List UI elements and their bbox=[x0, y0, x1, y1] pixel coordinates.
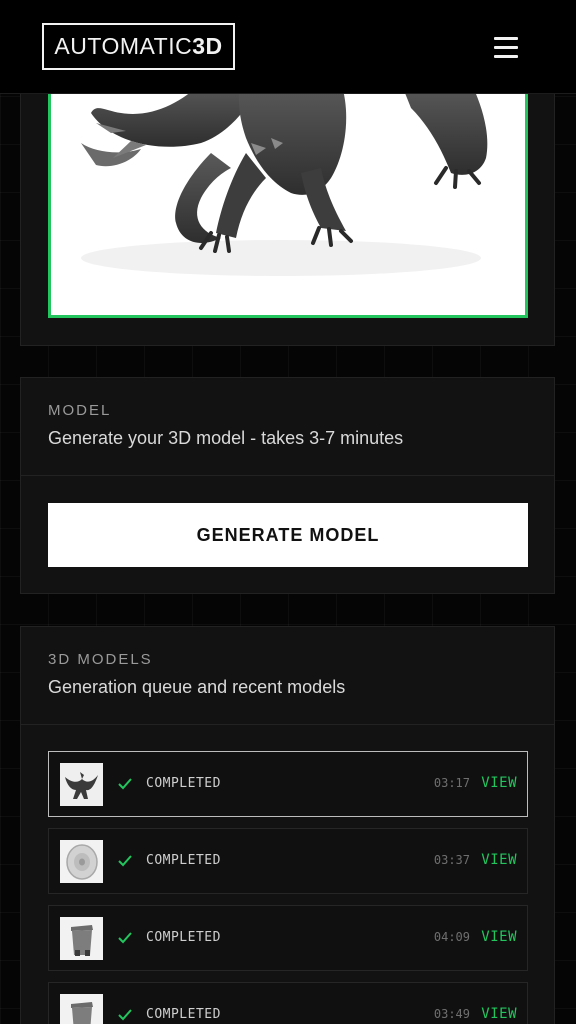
logo-text-light: AUTOMATIC bbox=[54, 33, 193, 59]
elapsed-time: 03:37 bbox=[433, 853, 470, 867]
view-link[interactable]: VIEW bbox=[481, 852, 517, 868]
models-card: 3D MODELS Generation queue and recent mo… bbox=[20, 626, 555, 1024]
trash-bin-thumbnail bbox=[60, 994, 103, 1024]
model-subtitle: Generate your 3D model - takes 3-7 minut… bbox=[48, 428, 404, 448]
model-section-header: MODEL Generate your 3D model - takes 3-7… bbox=[21, 378, 554, 476]
automatic3d-logo[interactable]: AUTOMATIC 3D bbox=[42, 23, 235, 70]
elapsed-time: 03:17 bbox=[433, 776, 470, 790]
trash-bin-thumbnail bbox=[60, 917, 103, 960]
top-header: AUTOMATIC 3D bbox=[0, 0, 576, 94]
generate-model-button[interactable]: GENERATE MODEL bbox=[48, 503, 528, 567]
dragon-thumbnail bbox=[60, 763, 103, 806]
logo-text-bold: 3D bbox=[192, 33, 223, 59]
model-preview-image bbox=[48, 83, 528, 318]
hamburger-menu-icon[interactable] bbox=[490, 33, 522, 61]
models-eyebrow: 3D MODELS bbox=[48, 651, 153, 668]
models-section-header: 3D MODELS Generation queue and recent mo… bbox=[21, 627, 554, 725]
view-link[interactable]: VIEW bbox=[481, 1006, 517, 1022]
model-card: MODEL Generate your 3D model - takes 3-7… bbox=[20, 377, 555, 594]
elapsed-time: 03:49 bbox=[433, 1007, 470, 1021]
models-subtitle: Generation queue and recent models bbox=[48, 677, 346, 697]
wheel-thumbnail bbox=[60, 840, 103, 883]
dragon-image bbox=[81, 83, 488, 276]
check-icon bbox=[118, 778, 132, 790]
list-item[interactable]: COMPLETED 03:17 VIEW bbox=[48, 751, 528, 817]
model-queue-list: COMPLETED 03:17 VIEW COMPLETED 03:37 VIE… bbox=[48, 751, 528, 1024]
preview-card bbox=[20, 82, 555, 346]
status-text: COMPLETED bbox=[146, 1007, 221, 1022]
view-link[interactable]: VIEW bbox=[481, 929, 517, 945]
elapsed-time: 04:09 bbox=[433, 930, 470, 944]
check-icon bbox=[118, 1009, 132, 1021]
list-item[interactable]: COMPLETED 04:09 VIEW bbox=[48, 905, 528, 971]
model-eyebrow: MODEL bbox=[48, 402, 112, 419]
status-text: COMPLETED bbox=[146, 853, 221, 868]
check-icon bbox=[118, 932, 132, 944]
status-text: COMPLETED bbox=[146, 930, 221, 945]
status-text: COMPLETED bbox=[146, 776, 221, 791]
view-link[interactable]: VIEW bbox=[481, 775, 517, 791]
list-item[interactable]: COMPLETED 03:49 VIEW bbox=[48, 982, 528, 1024]
list-item[interactable]: COMPLETED 03:37 VIEW bbox=[48, 828, 528, 894]
check-icon bbox=[118, 855, 132, 867]
